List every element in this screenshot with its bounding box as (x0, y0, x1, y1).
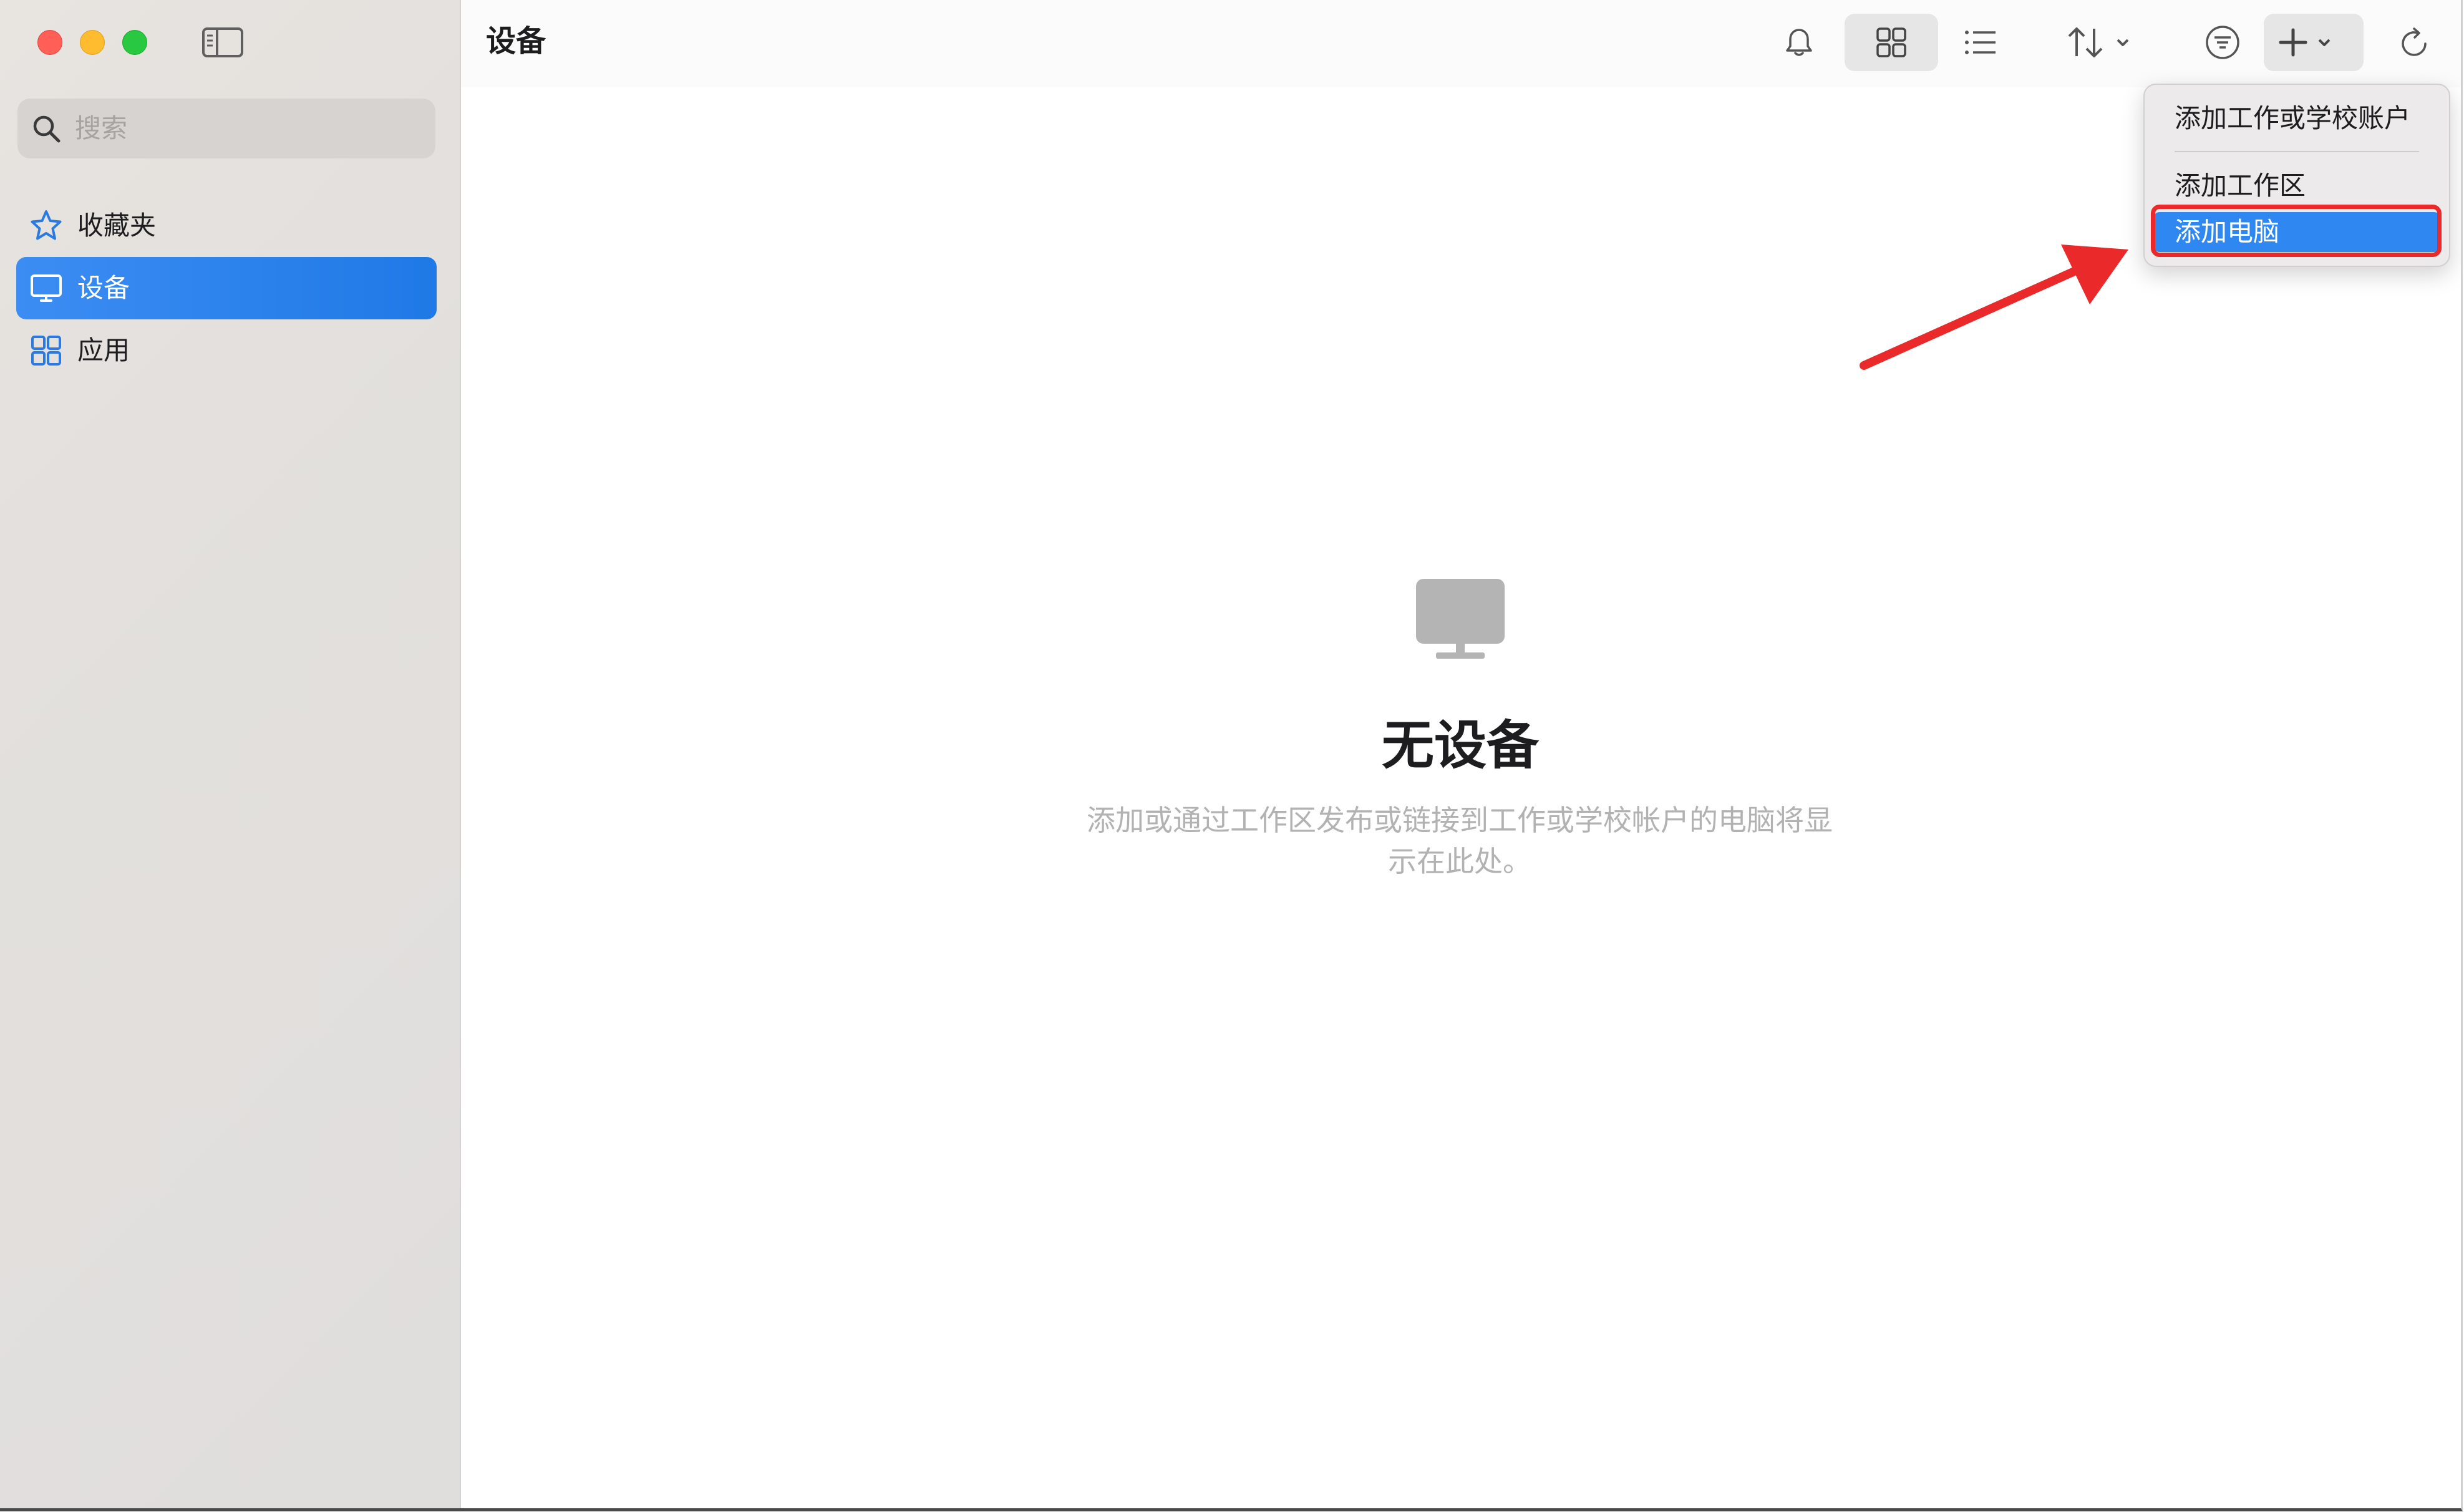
sidebar-item-favorites[interactable]: 收藏夹 (16, 195, 437, 257)
filter-button[interactable] (2193, 14, 2253, 71)
annotation-highlight-box (2151, 205, 2442, 257)
menu-separator (2175, 151, 2419, 152)
sidebar-toggle-icon[interactable] (201, 26, 245, 59)
minimize-window-button[interactable] (80, 30, 105, 55)
menu-item-add-work-account[interactable]: 添加工作或学校账户 (2153, 99, 2440, 138)
search-field[interactable]: 搜索 (17, 99, 435, 158)
list-view-icon (1965, 31, 1996, 54)
page-title: 设备 (486, 24, 546, 59)
sidebar: 搜索 收藏夹 设备 应用 (0, 0, 461, 1508)
bell-icon (1786, 29, 1812, 56)
grid-view-button[interactable] (1845, 14, 1938, 71)
toolbar: 设备 (461, 0, 2461, 87)
menu-item-add-workspace[interactable]: 添加工作区 (2153, 166, 2440, 206)
plus-icon (2279, 28, 2331, 57)
empty-state-description: 添加或通过工作区发布或链接到工作或学校帐户的电脑将显 示在此处。 (1042, 800, 1878, 882)
zoom-window-button[interactable] (122, 30, 147, 55)
sort-icon (2068, 27, 2129, 57)
annotation-arrow (1860, 245, 2128, 370)
empty-state-description-line: 添加或通过工作区发布或链接到工作或学校帐户的电脑将显 (1087, 803, 1833, 837)
empty-monitor-icon (1416, 579, 1505, 659)
sidebar-item-label: 收藏夹 (77, 210, 157, 241)
search-placeholder: 搜索 (75, 113, 128, 143)
app-window: 搜索 收藏夹 设备 应用 设备 无设备 添加或通过工作区发布或链接到工作或学校帐… (0, 0, 2463, 1511)
empty-state-description-line: 示在此处。 (1388, 845, 1531, 878)
notifications-button[interactable] (1771, 14, 1827, 71)
refresh-icon (2402, 27, 2427, 56)
apps-icon (31, 336, 61, 366)
sidebar-item-label: 设备 (77, 273, 130, 303)
sidebar-item-apps[interactable]: 应用 (16, 319, 437, 382)
sort-button[interactable] (2058, 14, 2151, 71)
add-button[interactable] (2264, 14, 2364, 71)
list-view-button[interactable] (1949, 14, 2012, 71)
refresh-button[interactable] (2386, 14, 2442, 71)
close-window-button[interactable] (37, 30, 62, 55)
sidebar-item-devices[interactable]: 设备 (16, 257, 437, 319)
filter-icon (2206, 26, 2239, 59)
star-icon (31, 210, 62, 240)
sidebar-item-label: 应用 (77, 335, 130, 366)
search-icon (33, 115, 61, 143)
monitor-icon (31, 274, 62, 302)
grid-view-icon (1876, 27, 1906, 57)
empty-state-title: 无设备 (1381, 715, 1539, 776)
